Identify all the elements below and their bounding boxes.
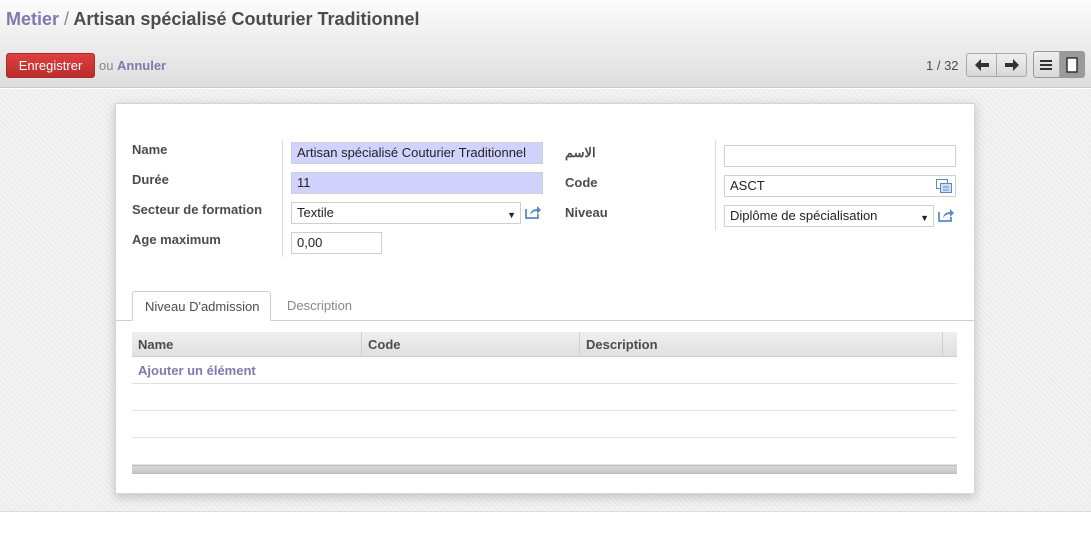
control-panel: Metier / Artisan spécialisé Couturier Tr… — [0, 0, 1091, 88]
view-switcher — [1033, 51, 1085, 78]
age-maximum-field[interactable]: 0,00 — [291, 232, 382, 254]
name-label: Name — [132, 142, 168, 157]
code-label: Code — [565, 175, 598, 190]
niveau-select[interactable]: Diplôme de spécialisation ▼ — [724, 205, 934, 227]
niveau-label: Niveau — [565, 205, 608, 220]
dropdown-caret-icon: ▼ — [507, 210, 516, 220]
secteur-value: Textile — [297, 205, 334, 220]
table-row — [132, 438, 957, 465]
table-row — [132, 384, 957, 411]
duree-label: Durée — [132, 172, 169, 187]
breadcrumb-parent-link[interactable]: Metier — [6, 9, 59, 29]
external-link-icon[interactable] — [937, 207, 955, 223]
form-view-button[interactable] — [1058, 52, 1084, 77]
admission-levels-table: Name Code Description Ajouter un élément — [132, 332, 957, 474]
pager-counter: 1 / 32 — [926, 58, 959, 73]
or-text: ou — [99, 58, 114, 73]
code-field[interactable]: ASCT — [724, 175, 956, 197]
pager-buttons — [966, 53, 1027, 77]
translate-icon[interactable] — [936, 179, 952, 193]
secteur-select[interactable]: Textile ▼ — [291, 202, 521, 224]
column-separator — [715, 140, 716, 230]
add-item-link[interactable]: Ajouter un élément — [138, 363, 256, 378]
breadcrumb-current: Artisan spécialisé Couturier Traditionne… — [73, 9, 420, 29]
table-row: Ajouter un élément — [132, 357, 957, 384]
table-header: Name Code Description — [132, 332, 957, 357]
form-sheet: Name Durée Secteur de formation Age maxi… — [115, 103, 975, 494]
tab-niveau-admission[interactable]: Niveau D'admission — [132, 291, 271, 321]
table-footer — [132, 465, 957, 474]
tab-description[interactable]: Description — [275, 291, 364, 321]
column-header-description[interactable]: Description — [580, 332, 943, 357]
list-view-icon — [1040, 59, 1053, 70]
name-field[interactable]: Artisan spécialisé Couturier Traditionne… — [291, 142, 543, 164]
dropdown-caret-icon: ▼ — [920, 213, 929, 223]
arrow-right-icon — [1004, 59, 1019, 71]
external-link-icon[interactable] — [524, 204, 542, 220]
pager-next-button[interactable] — [996, 54, 1026, 76]
table-row — [132, 411, 957, 438]
save-button[interactable]: Enregistrer — [6, 53, 95, 78]
column-header-name[interactable]: Name — [132, 332, 362, 357]
list-view-button[interactable] — [1034, 52, 1059, 77]
breadcrumb: Metier / Artisan spécialisé Couturier Tr… — [6, 9, 419, 30]
column-separator — [282, 140, 283, 257]
code-value: ASCT — [730, 178, 765, 193]
duree-field[interactable]: 11 — [291, 172, 543, 194]
age-maximum-label: Age maximum — [132, 232, 221, 247]
breadcrumb-separator: / — [64, 9, 70, 29]
niveau-value: Diplôme de spécialisation — [730, 208, 878, 223]
form-view-icon — [1066, 56, 1078, 73]
column-header-code[interactable]: Code — [362, 332, 580, 357]
cancel-link[interactable]: Annuler — [117, 58, 166, 73]
arabic-name-label: الاسم — [565, 145, 596, 160]
arrow-left-icon — [974, 59, 989, 71]
secteur-label: Secteur de formation — [132, 202, 263, 217]
pager-previous-button[interactable] — [967, 54, 996, 76]
arabic-name-field[interactable] — [724, 145, 956, 167]
